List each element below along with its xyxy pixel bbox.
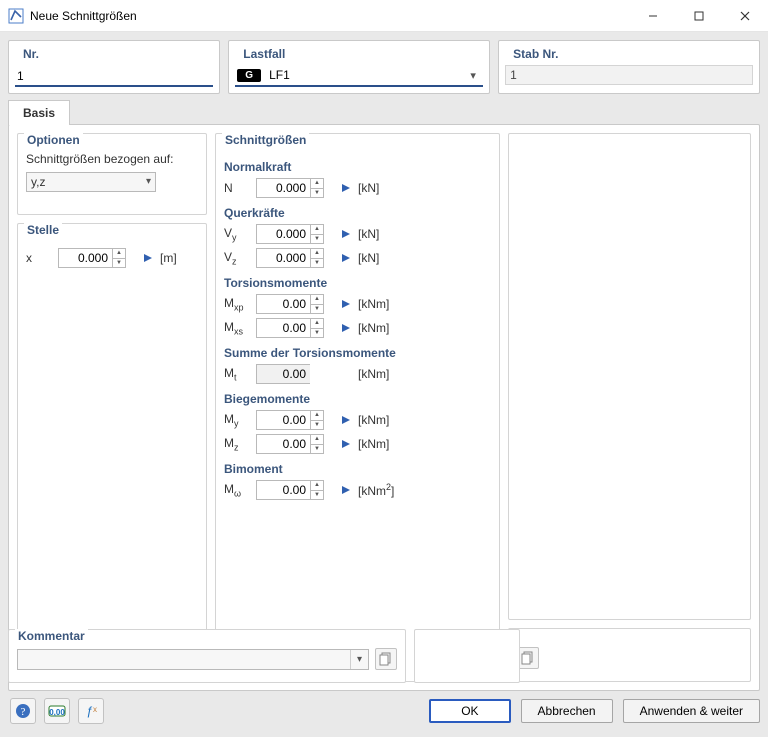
optionen-title: Optionen: [24, 133, 83, 147]
bottom-bar: ? 0,00 ƒx OK Abbrechen Anwenden & weiter: [8, 689, 760, 729]
copy-icon[interactable]: [517, 647, 539, 669]
nr-input[interactable]: [15, 65, 213, 87]
stab-input[interactable]: [505, 65, 753, 85]
play-icon[interactable]: [340, 414, 352, 426]
n-unit: [kN]: [358, 181, 379, 195]
my-input[interactable]: ▲▼: [256, 410, 334, 430]
close-button[interactable]: [722, 0, 768, 32]
chevron-down-icon[interactable]: ▾: [350, 650, 368, 669]
bezogen-select[interactable]: y,z ▾: [26, 172, 156, 192]
chevron-down-icon[interactable]: ▾: [465, 69, 481, 82]
preview-tools: [508, 628, 751, 682]
summe-torsion-header: Summe der Torsionsmomente: [224, 346, 491, 360]
bezogen-value: y,z: [31, 175, 45, 189]
n-label: N: [224, 181, 250, 195]
play-icon[interactable]: [340, 322, 352, 334]
vz-label: Vz: [224, 250, 250, 266]
maximize-button[interactable]: [676, 0, 722, 32]
schnittgroessen-group: Schnittgrößen Normalkraft N ▲▼ [kN] Quer…: [215, 133, 500, 682]
kommentar-group: Kommentar ▾: [8, 629, 406, 683]
play-icon[interactable]: [340, 438, 352, 450]
mxs-input[interactable]: ▲▼: [256, 318, 334, 338]
minimize-button[interactable]: [630, 0, 676, 32]
querkraefte-header: Querkräfte: [224, 206, 491, 220]
tab-strip: Basis: [8, 98, 760, 124]
mz-input[interactable]: ▲▼: [256, 434, 334, 454]
play-icon[interactable]: [340, 298, 352, 310]
units-button[interactable]: 0,00: [44, 698, 70, 724]
my-unit: [kNm]: [358, 413, 389, 427]
preview-panel: [508, 133, 751, 620]
window-title: Neue Schnittgrößen: [30, 9, 630, 23]
play-icon[interactable]: [340, 228, 352, 240]
stelle-title: Stelle: [24, 223, 62, 237]
x-label: x: [26, 251, 52, 265]
torsion-header: Torsionsmomente: [224, 276, 491, 290]
lastfall-label: Lastfall: [235, 45, 483, 65]
kommentar-title: Kommentar: [15, 629, 88, 643]
x-unit: [m]: [160, 251, 177, 265]
cancel-button[interactable]: Abbrechen: [521, 699, 613, 723]
x-input[interactable]: ▲▼: [58, 248, 136, 268]
vy-label: Vy: [224, 226, 250, 242]
help-button[interactable]: ?: [10, 698, 36, 724]
client-area: Nr. Lastfall G ▾ Stab Nr. Basis Optionen…: [0, 32, 768, 737]
mxs-unit: [kNm]: [358, 321, 389, 335]
optionen-group: Optionen Schnittgrößen bezogen auf: y,z …: [17, 133, 207, 215]
mxp-unit: [kNm]: [358, 297, 389, 311]
stab-panel: Stab Nr.: [498, 40, 760, 94]
lastfall-combo[interactable]: G ▾: [235, 65, 483, 87]
loadcase-badge: G: [237, 69, 261, 82]
apply-next-button[interactable]: Anwenden & weiter: [623, 699, 760, 723]
normalkraft-header: Normalkraft: [224, 160, 491, 174]
kommentar-aux: [414, 629, 520, 683]
stab-label: Stab Nr.: [505, 45, 753, 65]
nr-label: Nr.: [15, 45, 213, 65]
vy-unit: [kN]: [358, 227, 379, 241]
mw-label: Mω: [224, 482, 250, 498]
mxp-input[interactable]: ▲▼: [256, 294, 334, 314]
nr-panel: Nr.: [8, 40, 220, 94]
vz-input[interactable]: ▲▼: [256, 248, 334, 268]
play-icon[interactable]: [340, 182, 352, 194]
schnittgroessen-title: Schnittgrößen: [222, 133, 309, 147]
stelle-group: Stelle x ▲▼ [m]: [17, 223, 207, 682]
biege-header: Biegemomente: [224, 392, 491, 406]
play-icon[interactable]: [340, 484, 352, 496]
tab-basis[interactable]: Basis: [8, 100, 70, 125]
my-label: My: [224, 412, 250, 428]
mz-unit: [kNm]: [358, 437, 389, 451]
vz-unit: [kN]: [358, 251, 379, 265]
svg-text:0,00: 0,00: [49, 708, 65, 717]
lastfall-value[interactable]: [267, 67, 465, 83]
mt-label: Mt: [224, 366, 250, 382]
mw-unit: [kNm2]: [358, 482, 394, 498]
bezogen-label: Schnittgrößen bezogen auf:: [26, 152, 198, 166]
n-input[interactable]: ▲▼: [256, 178, 334, 198]
formula-button[interactable]: ƒx: [78, 698, 104, 724]
mz-label: Mz: [224, 436, 250, 452]
kommentar-input[interactable]: [18, 650, 350, 669]
svg-text:?: ?: [21, 706, 26, 718]
play-icon[interactable]: [340, 252, 352, 264]
kommentar-library-button[interactable]: [375, 648, 397, 670]
spinner[interactable]: ▲▼: [112, 248, 126, 268]
lastfall-panel: Lastfall G ▾: [228, 40, 490, 94]
mxs-label: Mxs: [224, 320, 250, 336]
ok-button[interactable]: OK: [429, 699, 510, 723]
mt-input: ▲▼: [256, 364, 334, 384]
kommentar-combo[interactable]: ▾: [17, 649, 369, 670]
svg-text:x: x: [93, 705, 97, 714]
mxp-label: Mxp: [224, 296, 250, 312]
bimoment-header: Bimoment: [224, 462, 491, 476]
svg-text:ƒ: ƒ: [86, 704, 93, 718]
mw-input[interactable]: ▲▼: [256, 480, 334, 500]
vy-input[interactable]: ▲▼: [256, 224, 334, 244]
mt-unit: [kNm]: [358, 367, 389, 381]
app-icon: [8, 8, 24, 24]
titlebar: Neue Schnittgrößen: [0, 0, 768, 32]
chevron-down-icon: ▾: [146, 176, 151, 187]
play-icon[interactable]: [142, 252, 154, 264]
main-area: Optionen Schnittgrößen bezogen auf: y,z …: [8, 124, 760, 691]
